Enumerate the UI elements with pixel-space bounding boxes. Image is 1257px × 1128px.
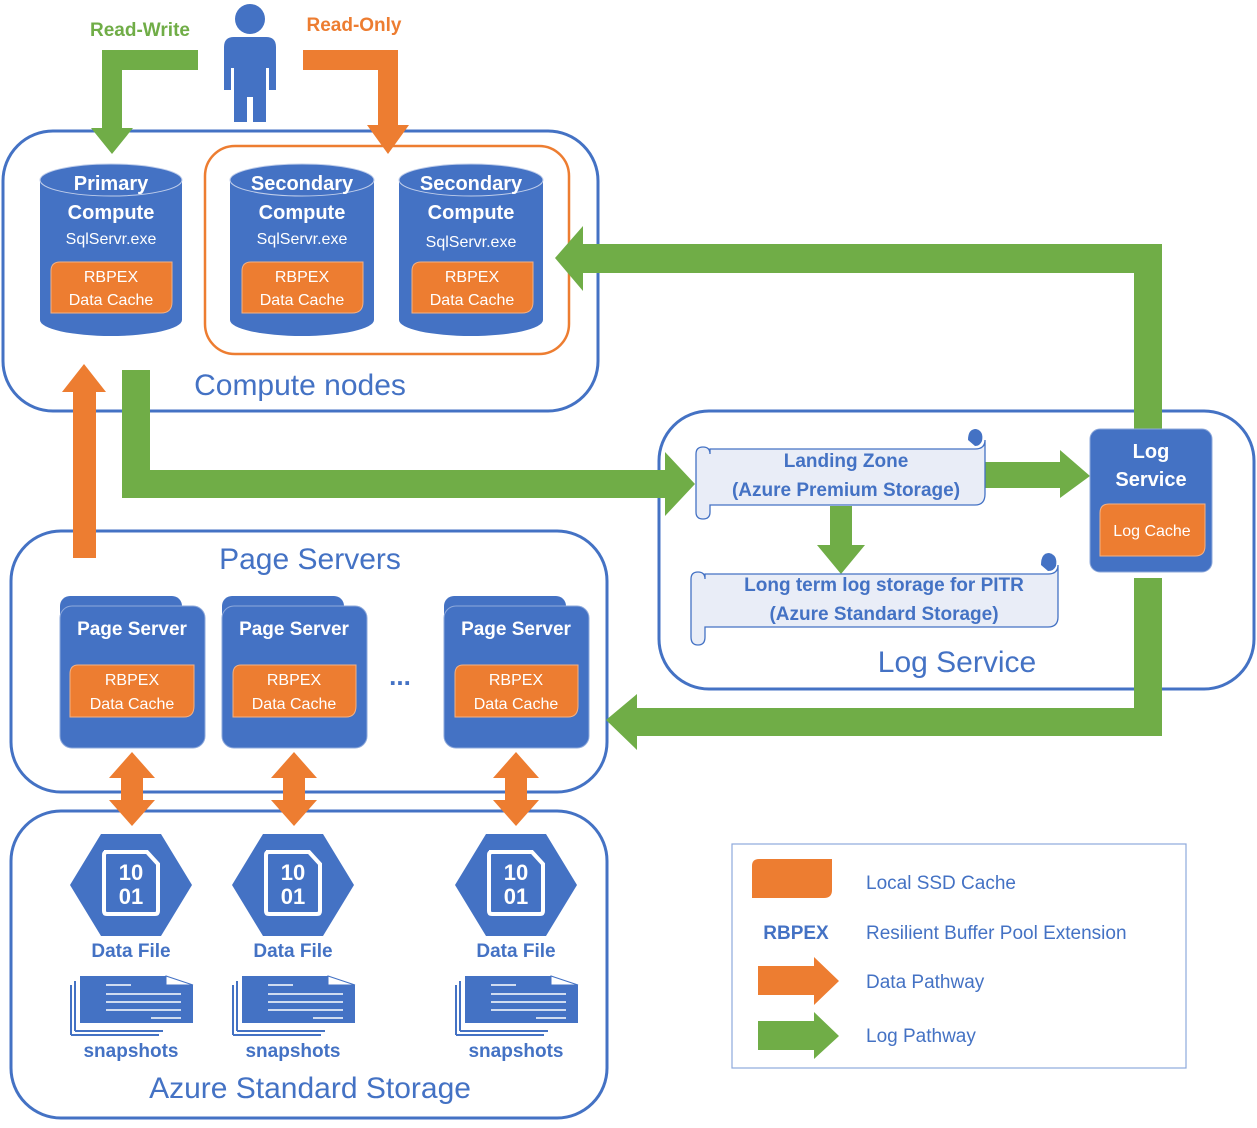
compute-nodes-title: Compute nodes xyxy=(194,369,406,402)
node-process: SqlServr.exe xyxy=(66,231,157,248)
page-servers-ellipsis: ... xyxy=(389,661,411,691)
data-file-bits-top: 10 xyxy=(504,860,528,885)
node-title-line1: Primary xyxy=(74,173,149,195)
snapshots-label: snapshots xyxy=(83,1041,178,1062)
primary-compute-node[interactable]: Primary Compute SqlServr.exe RBPEX Data … xyxy=(39,163,183,336)
snapshots-label: snapshots xyxy=(468,1041,563,1062)
long-term-line1: Long term log storage for PITR xyxy=(744,575,1024,596)
storage-title: Azure Standard Storage xyxy=(149,1072,471,1105)
node-title-line2: Compute xyxy=(259,202,346,224)
cache-line2: Data Cache xyxy=(69,292,154,309)
cache-line2: Data Cache xyxy=(252,696,337,713)
person-icon xyxy=(224,4,276,122)
landing-zone-line1: Landing Zone xyxy=(784,451,909,472)
landing-zone-line2: (Azure Premium Storage) xyxy=(732,480,960,501)
page-server[interactable]: Page Server RBPEX Data Cache xyxy=(221,596,368,749)
architecture-diagram: Read-Write Read-Only Primary Compute Sql… xyxy=(1,4,1256,1120)
legend-label: Log Pathway xyxy=(866,1026,976,1047)
cache-line2: Data Cache xyxy=(90,696,175,713)
data-file-bits-bottom: 01 xyxy=(119,884,143,909)
data-file-label: Data File xyxy=(476,941,555,962)
long-term-line2: (Azure Standard Storage) xyxy=(769,604,998,625)
cache-line2: Data Cache xyxy=(474,696,559,713)
node-title-line1: Secondary xyxy=(420,173,523,195)
cache-line1: RBPEX xyxy=(84,269,139,286)
node-title-line1: Secondary xyxy=(251,173,354,195)
page-server-title: Page Server xyxy=(239,619,349,640)
log-service-line2: Service xyxy=(1115,469,1186,491)
page-server-title: Page Server xyxy=(461,619,571,640)
cache-line2: Data Cache xyxy=(430,292,515,309)
page-server[interactable]: Page Server RBPEX Data Cache xyxy=(443,596,590,749)
log-service-line1: Log xyxy=(1133,441,1170,463)
node-process: SqlServr.exe xyxy=(257,231,348,248)
log-service-title: Log Service xyxy=(878,646,1036,679)
node-process: SqlServr.exe xyxy=(426,234,517,251)
secondary-compute-node[interactable]: Secondary Compute SqlServr.exe RBPEX Dat… xyxy=(398,163,544,336)
log-arrow-log-service-to-secondaries xyxy=(555,226,1162,430)
data-file-label: Data File xyxy=(253,941,332,962)
log-service-node[interactable]: Log Service Log Cache xyxy=(1089,428,1213,573)
snapshots-label: snapshots xyxy=(245,1041,340,1062)
log-cache-label: Log Cache xyxy=(1113,523,1190,540)
cache-line1: RBPEX xyxy=(445,269,500,286)
page-server[interactable]: Page Server RBPEX Data Cache xyxy=(59,596,206,749)
data-file-bits-top: 10 xyxy=(119,860,143,885)
page-server-title: Page Server xyxy=(77,619,187,640)
data-file-bits-bottom: 01 xyxy=(504,884,528,909)
legend-rbpex-key: RBPEX xyxy=(763,923,829,944)
cache-line1: RBPEX xyxy=(275,269,330,286)
data-file-bits-bottom: 01 xyxy=(281,884,305,909)
cache-line1: RBPEX xyxy=(267,672,322,689)
node-title-line2: Compute xyxy=(428,202,515,224)
cache-line1: RBPEX xyxy=(489,672,544,689)
data-file-bits-top: 10 xyxy=(281,860,305,885)
cache-line2: Data Cache xyxy=(260,292,345,309)
legend-cache-swatch xyxy=(752,859,832,898)
legend: Local SSD Cache RBPEX Resilient Buffer P… xyxy=(731,843,1187,1069)
data-file-label: Data File xyxy=(91,941,170,962)
page-servers-title: Page Servers xyxy=(219,543,401,576)
read-write-label: Read-Write xyxy=(90,20,190,41)
node-title-line2: Compute xyxy=(68,202,155,224)
legend-label: Local SSD Cache xyxy=(866,873,1016,894)
legend-label: Data Pathway xyxy=(866,972,985,993)
cache-line1: RBPEX xyxy=(105,672,160,689)
secondary-compute-node[interactable]: Secondary Compute SqlServr.exe RBPEX Dat… xyxy=(229,163,375,336)
read-only-label: Read-Only xyxy=(306,15,401,36)
legend-label: Resilient Buffer Pool Extension xyxy=(866,923,1127,944)
